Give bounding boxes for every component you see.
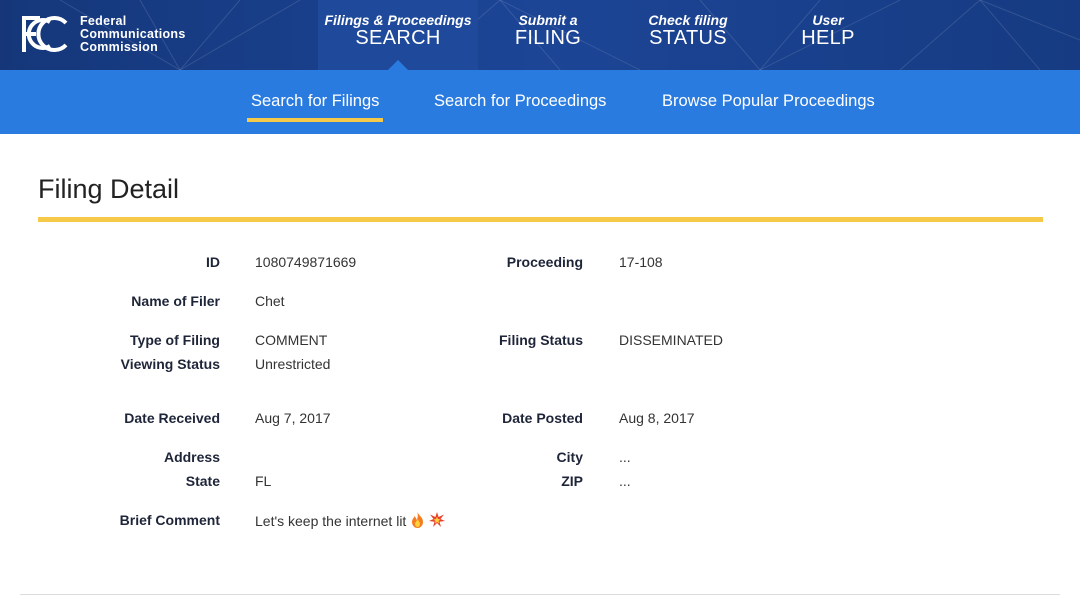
value-date-received: Aug 7, 2017 [255, 410, 331, 426]
fcc-logo[interactable]: Federal Communications Commission [20, 14, 186, 54]
label-zip: ZIP [561, 473, 583, 489]
value-brief-comment-wrap: Let's keep the internet lit [255, 512, 446, 531]
site-header: Federal Communications Commission Filing… [0, 0, 1080, 70]
value-brief-comment: Let's keep the internet lit [255, 513, 407, 529]
label-address: Address [163, 449, 220, 465]
value-date-posted: Aug 8, 2017 [619, 410, 695, 426]
page-title: Filing Detail [38, 174, 180, 204]
tab-browse-popular-proceedings[interactable]: Browse Popular Proceedings [662, 92, 875, 118]
label-id: ID [206, 254, 220, 270]
tab-search-filings[interactable]: Search for Filings [247, 92, 384, 122]
label-city: City [556, 449, 583, 465]
active-pointer [387, 60, 409, 70]
value-state: FL [255, 473, 272, 489]
nav-help-subtitle: User [812, 12, 844, 28]
nav-help[interactable]: User HELP [758, 0, 898, 70]
nav-status[interactable]: Check filing STATUS [618, 0, 758, 70]
nav-search[interactable]: Filings & Proceedings SEARCH [318, 0, 478, 70]
nav-status-title: STATUS [649, 27, 727, 49]
nav-help-title: HELP [801, 27, 855, 49]
label-brief-comment: Brief Comment [119, 512, 220, 528]
nav-filing[interactable]: Submit a FILING [478, 0, 618, 70]
label-date-posted: Date Posted [502, 410, 583, 426]
collision-icon [429, 512, 446, 527]
nav-filing-subtitle: Submit a [518, 12, 578, 28]
logo-line-communications: Communications [80, 26, 186, 41]
logo-line-federal: Federal [80, 13, 127, 28]
label-proceeding: Proceeding [506, 254, 583, 270]
value-id: 1080749871669 [255, 254, 357, 270]
bottom-divider [20, 594, 1060, 595]
nav-search-subtitle: Filings & Proceedings [324, 12, 472, 28]
sub-nav: Search for Filings Search for Proceeding… [0, 70, 1080, 134]
fcc-logo-text: Federal Communications Commission [80, 13, 186, 54]
label-type-of-filing: Type of Filing [130, 332, 220, 348]
tab-search-proceedings[interactable]: Search for Proceedings [434, 92, 606, 118]
value-proceeding[interactable]: 17-108 [619, 254, 663, 270]
label-date-received: Date Received [124, 410, 220, 426]
main-nav: Filings & Proceedings SEARCH Submit a FI… [318, 0, 898, 70]
value-viewing-status: Unrestricted [255, 356, 331, 372]
value-filing-status: DISSEMINATED [619, 332, 723, 348]
fcc-logo-icon [22, 16, 68, 52]
nav-filing-title: FILING [514, 27, 582, 49]
fire-icon [412, 512, 424, 528]
nav-status-subtitle: Check filing [648, 12, 728, 28]
nav-search-title: SEARCH [355, 27, 441, 49]
value-zip: ... [619, 473, 631, 489]
label-state: State [185, 473, 220, 489]
label-name-of-filer: Name of Filer [131, 293, 220, 309]
value-name-of-filer: Chet [255, 293, 285, 309]
title-divider [38, 217, 1043, 222]
value-type-of-filing: COMMENT [255, 332, 328, 348]
label-filing-status: Filing Status [499, 332, 583, 348]
label-viewing-status: Viewing Status [120, 356, 220, 372]
value-city: ... [619, 449, 631, 465]
logo-line-commission: Commission [80, 39, 159, 54]
